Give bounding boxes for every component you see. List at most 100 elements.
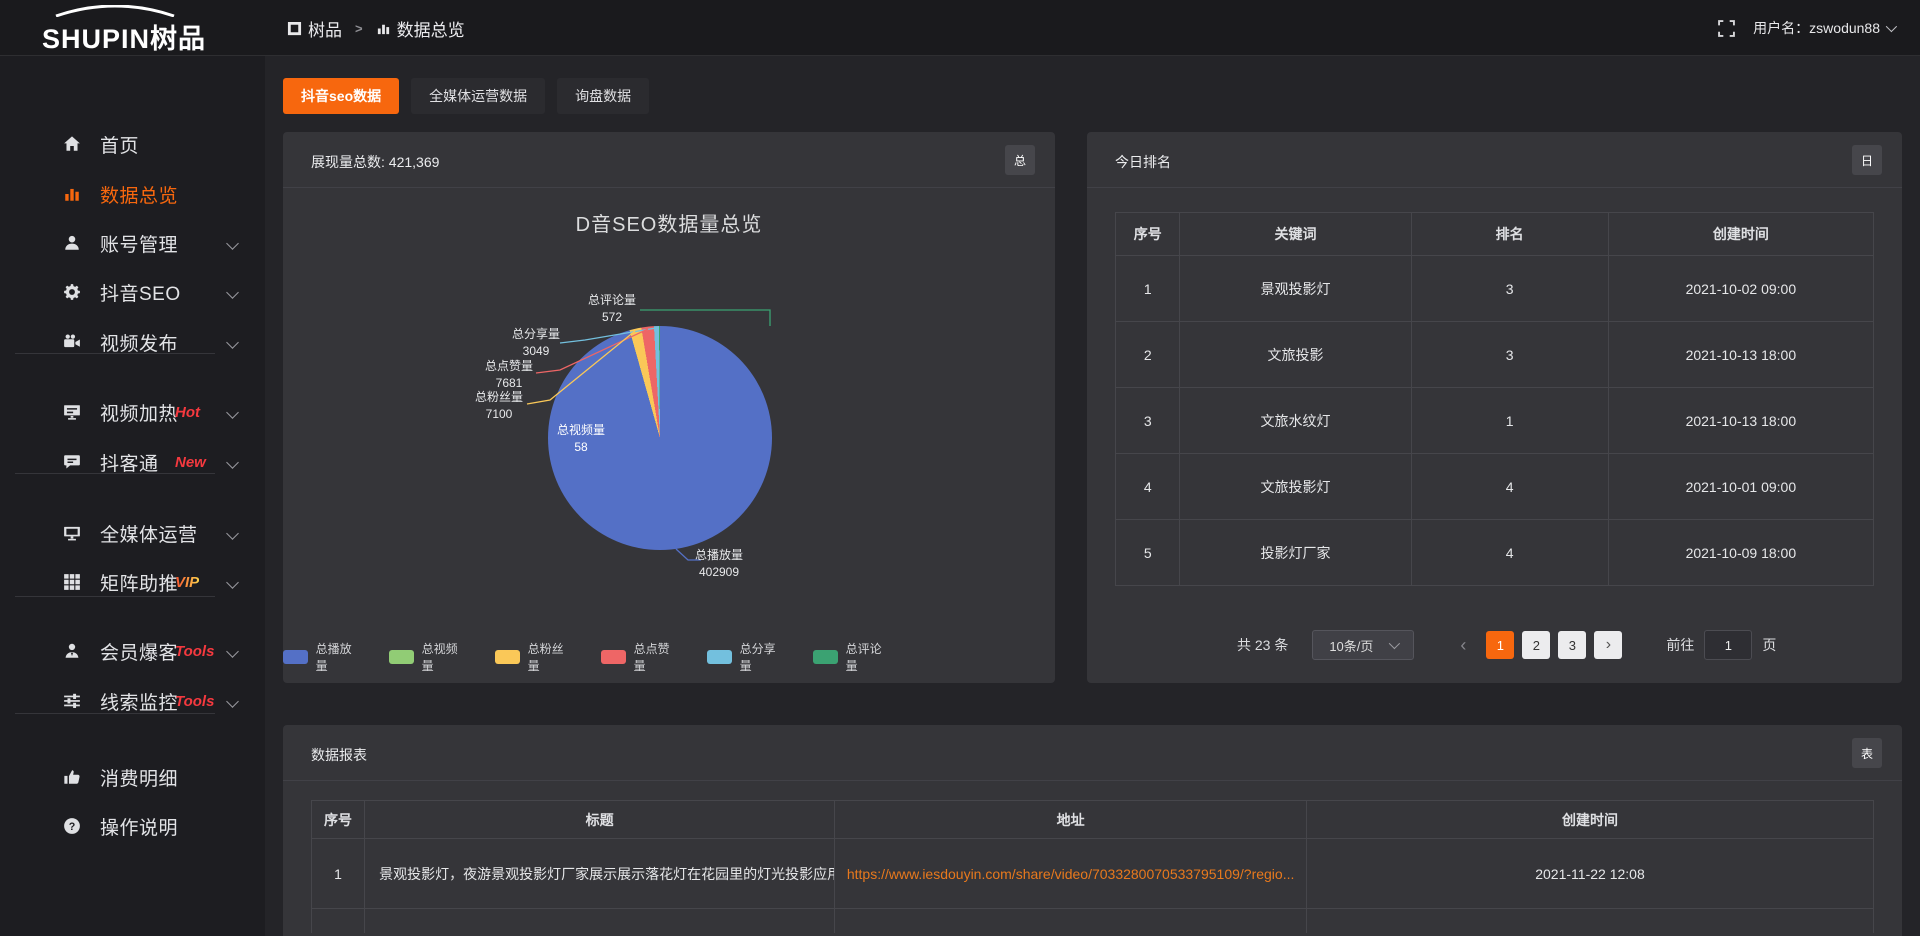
bar-chart-icon <box>62 184 82 204</box>
svg-text:?: ? <box>69 821 76 833</box>
sidebar-item-2[interactable]: 数据总览 <box>0 171 265 217</box>
username-label: 用户名：zswodun88 <box>1753 18 1880 38</box>
sidebar-item-13[interactable]: ?操作说明 <box>0 803 265 849</box>
table-cell: 2021-10-13 18:00 <box>1608 388 1873 454</box>
sidebar-item-label: 会员爆客 <box>100 638 178 665</box>
table-row[interactable]: 5投影灯厂家42021-10-09 18:00 <box>1116 520 1874 586</box>
legend-label: 总粉丝量 <box>528 640 575 674</box>
report-panel-title: 数据报表 <box>311 745 367 765</box>
table-cell: 2021-11-22 12:08 <box>1306 839 1873 909</box>
chart-legend: 总播放量总视频量 总粉丝量 总点赞量 总分享量总评论量 <box>283 640 1055 674</box>
grid-icon <box>62 572 82 592</box>
table-cell: 2021-10-02 09:00 <box>1608 256 1873 322</box>
sidebar-item-3[interactable]: 账号管理 <box>0 220 265 266</box>
table-cell: 文旅投影灯 <box>1180 454 1411 520</box>
page-size-select[interactable]: 10条/页 <box>1312 630 1414 660</box>
legend-swatch <box>495 650 520 664</box>
screen-heat-icon <box>62 402 82 422</box>
sidebar-item-12[interactable]: 消费明细 <box>0 754 265 800</box>
table-cell: 3 <box>1411 256 1608 322</box>
user-menu[interactable]: 用户名：zswodun88 <box>1753 18 1894 38</box>
tab-3[interactable]: 询盘数据 <box>557 78 649 114</box>
sidebar-item-6[interactable]: 视频加热Hot <box>0 389 265 435</box>
fullscreen-icon[interactable] <box>1718 20 1735 37</box>
chevron-down-icon <box>226 406 239 419</box>
pie-label-plays: 总播放量402909 <box>659 547 779 581</box>
legend-swatch <box>707 650 732 664</box>
column-header: 序号 <box>1116 213 1180 256</box>
page-number-button[interactable]: 2 <box>1522 631 1550 659</box>
chevron-down-icon <box>226 456 239 469</box>
table-cell: 4 <box>1411 454 1608 520</box>
legend-item-1[interactable]: 总播放量 <box>283 640 363 674</box>
sidebar-item-label: 数据总览 <box>100 181 178 208</box>
legend-swatch <box>813 650 838 664</box>
goto-page-input[interactable] <box>1704 630 1752 660</box>
chevron-down-icon <box>226 286 239 299</box>
chevron-down-icon <box>226 645 239 658</box>
tab-2[interactable]: 全媒体运营数据 <box>411 78 545 114</box>
table-cell: 1 <box>1411 388 1608 454</box>
column-header: 排名 <box>1411 213 1608 256</box>
sidebar-badge: Hot <box>175 404 200 421</box>
table-row[interactable]: 1景观投影灯32021-10-02 09:00 <box>1116 256 1874 322</box>
table-cell: 1 <box>312 839 365 909</box>
table-view-button[interactable]: 表 <box>1852 738 1882 768</box>
sidebar-item-7[interactable]: 抖客通 New <box>0 439 265 485</box>
sidebar-item-1[interactable]: 首页 <box>0 121 265 167</box>
sidebar-badge: New <box>175 454 206 471</box>
daily-view-button[interactable]: 日 <box>1852 145 1882 175</box>
sidebar-divider <box>15 596 215 597</box>
breadcrumb-root[interactable]: 树品 <box>287 16 342 41</box>
sidebar-item-9[interactable]: 矩阵助推VIP <box>0 559 265 605</box>
pie-label-shares: 总分享量3049 <box>476 326 596 360</box>
pagination-total: 共 23 条 <box>1237 635 1288 655</box>
sidebar-item-label: 抖客通 <box>100 449 159 476</box>
legend-label: 总点赞量 <box>634 640 681 674</box>
legend-label: 总分享量 <box>740 640 787 674</box>
chart-panel-header: 展现量总数: 421,369 总 <box>283 132 1055 188</box>
breadcrumb: 树品 > 数据总览 <box>287 0 465 56</box>
next-page-button[interactable]: › <box>1594 631 1622 659</box>
legend-item-3[interactable]: 总粉丝量 <box>495 640 575 674</box>
prev-page-button[interactable]: ‹ <box>1452 635 1474 656</box>
home-icon <box>62 134 82 154</box>
table-row <box>312 909 1874 933</box>
pie-label-fans: 总粉丝量7100 <box>439 389 559 423</box>
legend-label: 总播放量 <box>316 640 363 674</box>
legend-item-4[interactable]: 总点赞量 <box>601 640 681 674</box>
tab-1[interactable]: 抖音seo数据 <box>283 78 399 114</box>
table-cell: 4 <box>1411 520 1608 586</box>
breadcrumb-current[interactable]: 数据总览 <box>376 16 465 41</box>
sidebar-item-label: 线索监控 <box>100 688 178 715</box>
table-row[interactable]: 4文旅投影灯42021-10-01 09:00 <box>1116 454 1874 520</box>
total-view-button[interactable]: 总 <box>1005 145 1035 175</box>
sidebar-item-11[interactable]: 线索监控Tools <box>0 678 265 724</box>
sidebar-item-10[interactable]: 会员爆客Tools <box>0 628 265 674</box>
monitor-icon <box>62 523 82 543</box>
table-cell: 3 <box>1411 322 1608 388</box>
chevron-down-icon <box>226 527 239 540</box>
sidebar-item-5[interactable]: 视频发布 <box>0 319 265 365</box>
sidebar-item-label: 矩阵助推 <box>100 569 178 596</box>
table-row[interactable]: 3文旅水纹灯12021-10-13 18:00 <box>1116 388 1874 454</box>
pie-label-likes: 总点赞量7681 <box>449 358 569 392</box>
legend-item-2[interactable]: 总视频量 <box>389 640 469 674</box>
sidebar-item-4[interactable]: 抖音SEO <box>0 269 265 315</box>
table-row[interactable]: 2文旅投影32021-10-13 18:00 <box>1116 322 1874 388</box>
legend-item-5[interactable]: 总分享量 <box>707 640 787 674</box>
breadcrumb-current-label: 数据总览 <box>397 16 465 41</box>
report-table: 序号标题地址创建时间1景观投影灯，夜游景观投影灯厂家展示展示落花灯在花园里的灯光… <box>311 800 1874 933</box>
app-window: SHUPIN树品 树品 > 数据总览 用户名：zswodun88 首页数据总览账… <box>0 0 1920 936</box>
table-row[interactable]: 1景观投影灯，夜游景观投影灯厂家展示展示落花灯在花园里的灯光投影应用效果 #ht… <box>312 839 1874 909</box>
report-url-link[interactable]: https://www.iesdouyin.com/share/video/70… <box>835 839 1307 909</box>
legend-item-6[interactable]: 总评论量 <box>813 640 893 674</box>
impressions-total-label: 展现量总数: 421,369 <box>311 152 439 172</box>
sidebar-item-8[interactable]: 全媒体运营 <box>0 510 265 556</box>
goto-unit-label: 页 <box>1762 635 1776 655</box>
page-number-button[interactable]: 1 <box>1486 631 1514 659</box>
page-number-button[interactable]: 3 <box>1558 631 1586 659</box>
bar-chart-icon <box>376 21 391 36</box>
chevron-down-icon <box>226 237 239 250</box>
gear-icon <box>62 282 82 302</box>
